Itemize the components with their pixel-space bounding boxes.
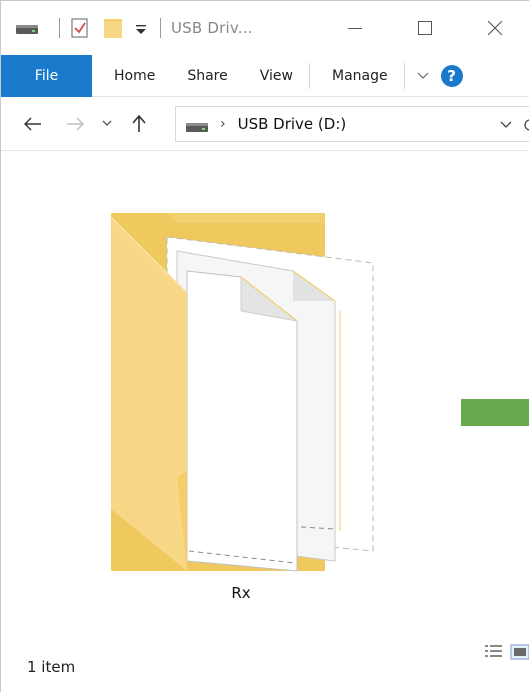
back-button[interactable] (19, 97, 47, 151)
maximize-button[interactable] (390, 1, 460, 55)
green-accent-bar (461, 399, 529, 426)
chevron-down-icon (500, 121, 512, 128)
forward-button[interactable] (61, 97, 89, 151)
back-arrow-icon (24, 117, 41, 130)
drive-icon[interactable] (15, 21, 39, 35)
tab-share[interactable]: Share (171, 55, 243, 97)
tab-file[interactable]: File (1, 54, 92, 97)
breadcrumb-separator[interactable]: › (220, 116, 226, 132)
up-arrow-icon (132, 114, 146, 132)
title-bar: USB Driv... (1, 1, 529, 55)
breadcrumb-usb-drive[interactable]: USB Drive (D:) (238, 115, 347, 133)
ribbon-right-controls: ? (411, 55, 463, 97)
properties-icon[interactable] (70, 17, 90, 39)
details-view-icon (485, 645, 502, 657)
tab-manage[interactable]: Manage (310, 55, 404, 97)
refresh-icon (524, 119, 529, 131)
window-controls (320, 1, 529, 55)
customize-dropdown-icon[interactable] (134, 21, 148, 35)
large-folder-icon (110, 213, 374, 572)
close-button[interactable] (460, 1, 529, 55)
chevron-down-icon (102, 120, 112, 126)
details-view-button[interactable] (484, 643, 504, 661)
maximize-icon (418, 21, 432, 35)
file-list-area[interactable]: Rx (1, 151, 529, 631)
folder-item-rx[interactable] (97, 211, 387, 631)
large-icons-view-icon (510, 644, 529, 660)
drive-icon (186, 118, 208, 132)
ribbon-separator (403, 62, 405, 89)
address-bar-controls (500, 107, 529, 143)
window-title: USB Driv... (171, 19, 253, 37)
minimize-icon (348, 28, 362, 29)
close-icon (488, 21, 502, 35)
file-explorer-window: USB Driv... File Home Share View Manage … (0, 0, 529, 692)
address-history-dropdown[interactable] (500, 121, 512, 129)
large-icons-view-button[interactable] (510, 643, 529, 661)
toolbar-separator (59, 18, 60, 38)
folder-name-label[interactable]: Rx (1, 584, 481, 602)
quick-access-toolbar: USB Driv... (1, 1, 253, 55)
forward-arrow-icon (67, 117, 84, 130)
status-bar: 1 item (1, 631, 529, 692)
toolbar-separator (160, 18, 161, 38)
up-button[interactable] (125, 97, 153, 151)
view-toggle-group (484, 643, 529, 661)
ribbon-tabs: File Home Share View Manage ? (1, 54, 529, 97)
address-bar[interactable]: › USB Drive (D:) (175, 106, 529, 142)
refresh-button[interactable] (522, 117, 529, 133)
navigation-bar: › USB Drive (D:) (1, 97, 529, 151)
recent-locations-button[interactable] (93, 97, 121, 151)
expand-ribbon-icon[interactable] (417, 72, 429, 80)
item-count: 1 item (27, 658, 76, 676)
minimize-button[interactable] (320, 1, 390, 55)
new-folder-icon[interactable] (102, 16, 124, 40)
help-icon[interactable]: ? (440, 64, 463, 87)
tab-home[interactable]: Home (92, 55, 171, 97)
tab-view[interactable]: View (244, 55, 309, 97)
